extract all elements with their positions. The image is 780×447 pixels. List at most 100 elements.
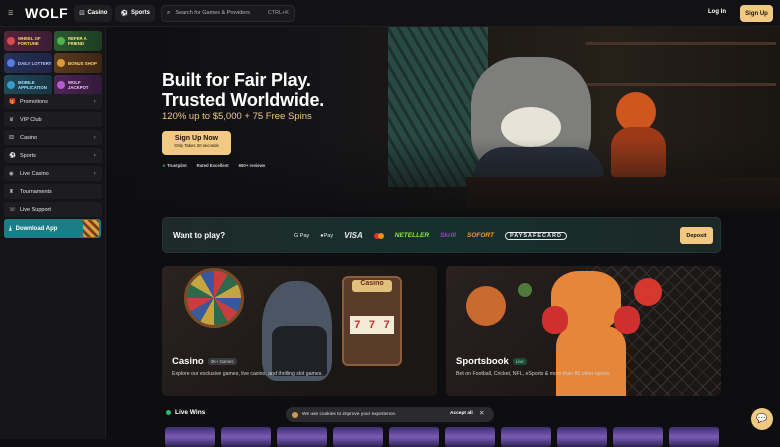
menu-toggle-icon[interactable]: ☰ [8, 10, 22, 17]
game-thumbnail[interactable] [445, 427, 495, 447]
headset-icon: ☏ [9, 206, 16, 213]
sidebar-item-tournaments[interactable]: ♜ Tournaments [4, 184, 102, 199]
game-thumbnail[interactable] [277, 427, 327, 447]
tiger-body [556, 326, 626, 396]
chevron-right-icon: › [93, 170, 96, 177]
search-icon: ⌕ [166, 9, 171, 16]
slot-reels: 7 7 7 [350, 316, 394, 334]
mastercard-icon [373, 232, 384, 239]
payment-strip: Want to play? G Pay ●Pay VISA NETELLER S… [162, 217, 721, 253]
rated-label: Rated Excellent [196, 163, 229, 168]
promo-label: MOBILE APPLICATION [18, 80, 47, 90]
live-wins-title: Live Wins [175, 409, 206, 416]
trustpilot-badge: ★ Trustpilot [162, 163, 187, 169]
promo-label: BONUS SHOP [68, 60, 97, 66]
basketball-art [466, 286, 506, 326]
game-thumbnail[interactable] [333, 427, 383, 447]
promo-wheel-of-fortune[interactable]: WHEEL OF FORTUNE [4, 31, 52, 51]
mobile-icon [7, 81, 15, 89]
promo-label: DAILY LOTTERY [18, 60, 52, 66]
live-dot-icon [166, 410, 171, 415]
sidebar-item-live-casino[interactable]: ◉ Live Casino › [4, 166, 102, 181]
shop-icon [57, 59, 65, 67]
live-wins-header: Live Wins [166, 409, 205, 416]
cookie-banner: We use cookies to improve your experienc… [286, 407, 494, 422]
close-icon[interactable]: ✕ [479, 409, 484, 417]
sidebar-item-label: Live Support [20, 206, 51, 213]
game-thumbnail[interactable] [389, 427, 439, 447]
nav-casino[interactable]: ⚄ Casino [74, 4, 113, 22]
ball-icon: ⚽ [9, 152, 16, 159]
sidebar-item-vip-club[interactable]: ♛ VIP Club [4, 112, 102, 127]
casino-card-description: Explore our exclusive games, live casino… [172, 371, 323, 377]
jackpot-icon [57, 81, 65, 89]
trophy-icon: ♜ [9, 188, 14, 195]
ball-icon: ⚽ [120, 9, 128, 17]
promo-refer-a-friend[interactable]: REFER A FRIEND [54, 31, 102, 51]
hero-headline: Built for Fair Play. Trusted Worldwide. [162, 70, 324, 110]
search-input[interactable]: ⌕ Search for Games & Providers CTRL+K [160, 4, 295, 22]
red-ball-art [634, 278, 662, 306]
applepay-logo: ●Pay [320, 233, 333, 239]
wheel-icon [7, 37, 15, 45]
game-thumbnail[interactable] [501, 427, 551, 447]
accept-cookies-button[interactable]: Accept all [450, 411, 473, 416]
casino-card[interactable]: Casino 7 7 7 Casino 3K+ Games Explore ou… [162, 266, 437, 396]
chat-bubble-icon[interactable]: 💬 [751, 408, 773, 430]
game-thumbnail[interactable] [221, 427, 271, 447]
sportsbook-live-badge: Live [512, 358, 527, 365]
sidebar-item-live-support[interactable]: ☏ Live Support [4, 202, 102, 217]
lottery-icon [7, 59, 15, 67]
download-app-button[interactable]: ⤓ Download App [4, 219, 101, 238]
hero-offer: 120% up to $5,000 + 75 Free Spins [162, 111, 312, 122]
nav-sports[interactable]: ⚽ Sports [115, 4, 155, 22]
live-icon: ◉ [9, 170, 14, 177]
deposit-button[interactable]: Deposit [680, 227, 713, 244]
want-to-play-label: Want to play? [173, 230, 226, 240]
hero-headline-line-2: Trusted Worldwide. [162, 90, 325, 110]
game-thumbnail[interactable] [165, 427, 215, 447]
sidebar-item-label: Tournaments [20, 188, 52, 195]
fortune-wheel-art [184, 268, 244, 328]
signup-button[interactable]: Sign Up [740, 5, 773, 22]
star-icon: ★ [162, 164, 166, 169]
sidebar-item-label: VIP Club [20, 116, 42, 123]
sportsbook-card-title: Sportsbook Live [456, 356, 527, 367]
slot-machine-name: Casino [352, 280, 392, 292]
visa-logo: VISA [344, 231, 363, 240]
slot-machine-art: Casino 7 7 7 [342, 276, 402, 366]
slot-symbol: 7 [383, 319, 390, 331]
sidebar-item-sports[interactable]: ⚽ Sports › [4, 148, 102, 163]
download-app-label: Download App [15, 225, 58, 232]
casino-games-badge: 3K+ Games [207, 358, 237, 365]
sidebar-item-casino[interactable]: ⚄ Casino › [4, 130, 102, 145]
promo-wolf-jackpot[interactable]: WOLF JACKPOT [54, 75, 102, 95]
promo-bonus-shop[interactable]: BONUS SHOP [54, 53, 102, 73]
top-bar: ☰ WOLF ⚄ Casino ⚽ Sports ⌕ Search for Ga… [0, 0, 780, 27]
trust-row: ★ Trustpilot Rated Excellent 650+ review… [162, 163, 265, 169]
sidebar-item-promotions[interactable]: 🎁 Promotions › [4, 94, 102, 109]
paysafecard-logo: PAYSAFECARD [504, 231, 567, 240]
chevron-right-icon: › [93, 98, 96, 105]
gpay-logo: G Pay [294, 232, 310, 239]
reviews-label: 650+ reviews [238, 163, 266, 168]
promo-mobile-application[interactable]: MOBILE APPLICATION [4, 75, 52, 95]
download-icon: ⤓ [9, 224, 12, 232]
sidebar-item-label: Casino [20, 134, 38, 141]
chevron-right-icon: › [93, 134, 96, 141]
casino-card-title-text: Casino [172, 356, 204, 367]
promo-daily-lottery[interactable]: DAILY LOTTERY [4, 53, 52, 73]
logo[interactable]: WOLF [25, 5, 68, 21]
hero-signup-button[interactable]: Sign Up Now Only Takes 30 seconds [162, 131, 231, 155]
crown-icon: ♛ [9, 116, 14, 123]
game-thumbnail[interactable] [613, 427, 663, 447]
hero-banner: Built for Fair Play. Trusted Worldwide. … [106, 27, 780, 212]
chevron-right-icon: › [93, 152, 96, 159]
game-thumbnail[interactable] [669, 427, 719, 447]
login-button[interactable]: Log In [708, 9, 726, 15]
live-wins-list [165, 427, 719, 447]
boxing-glove-art [542, 306, 568, 334]
sportsbook-card[interactable]: Sportsbook Live Bet on Football, Cricket… [446, 266, 721, 396]
game-thumbnail[interactable] [557, 427, 607, 447]
hero-signup-sub: Only Takes 30 seconds [174, 143, 219, 148]
